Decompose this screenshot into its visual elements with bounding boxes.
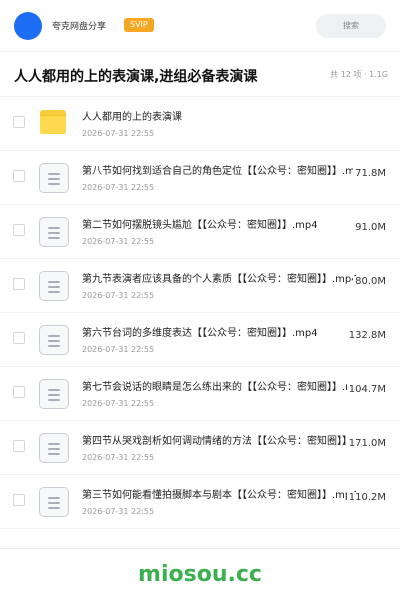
file-name: 第三节如何能看懂拍摄脚本与剧本【【公众号：密知圈】】.mp4 xyxy=(82,490,358,501)
search-input[interactable]: 搜索 xyxy=(316,14,386,38)
select-checkbox[interactable] xyxy=(13,332,25,344)
document-icon xyxy=(38,269,70,301)
file-size: 71.8M xyxy=(353,168,386,179)
folder-meta: 共 12 项 · 1.1G xyxy=(330,70,388,79)
file-size: 91.0M xyxy=(353,222,386,233)
file-date: 2026-07-31 22:55 xyxy=(82,399,155,408)
file-name: 第八节如何找到适合自己的角色定位【【公众号：密知圈】】.mp4 xyxy=(82,166,358,177)
file-date: 2026-07-31 22:55 xyxy=(82,507,155,516)
list-item[interactable]: 第六节台词的多维度表达【【公众号：密知圈】】.mp4 2026-07-31 22… xyxy=(0,313,400,367)
site-watermark: miosou.cc xyxy=(138,562,262,587)
file-name: 人人都用的上的表演课 xyxy=(82,112,182,123)
file-date: 2026-07-31 22:55 xyxy=(82,183,155,192)
document-icon xyxy=(38,485,70,517)
list-item[interactable]: 第七节会说话的眼睛是怎么练出来的【【公众号：密知圈】】.mp4 2026-07-… xyxy=(0,367,400,421)
file-name: 第四节从哭戏剖析如何调动情绪的方法【【公众号：密知圈】】.mp4 xyxy=(82,436,358,447)
list-item[interactable]: 第九节表演者应该具备的个人素质【【公众号：密知圈】】.mp4 2026-07-3… xyxy=(0,259,400,313)
list-item[interactable]: 第四节从哭戏剖析如何调动情绪的方法【【公众号：密知圈】】.mp4 2026-07… xyxy=(0,421,400,475)
page-title: 人人都用的上的表演课,进组必备表演课 xyxy=(14,69,258,85)
app-name: 夸克网盘分享 xyxy=(52,22,107,32)
file-size: 110.2M xyxy=(346,492,386,503)
select-checkbox[interactable] xyxy=(13,224,25,236)
file-size: 132.8M xyxy=(346,330,386,341)
document-icon xyxy=(38,161,70,193)
file-date: 2026-07-31 22:55 xyxy=(82,345,155,354)
file-date: 2026-07-31 22:55 xyxy=(82,453,155,462)
file-date: 2026-07-31 22:55 xyxy=(82,129,155,138)
file-date: 2026-07-31 22:55 xyxy=(82,237,155,246)
document-icon xyxy=(38,377,70,409)
file-name: 第九节表演者应该具备的个人素质【【公众号：密知圈】】.mp4 xyxy=(82,274,358,285)
list-item[interactable]: 第二节如何摆脱镜头尴尬【【公众号：密知圈】】.mp4 2026-07-31 22… xyxy=(0,205,400,259)
avatar[interactable] xyxy=(14,12,42,40)
list-item[interactable]: 第三节如何能看懂拍摄脚本与剧本【【公众号：密知圈】】.mp4 2026-07-3… xyxy=(0,475,400,529)
select-checkbox[interactable] xyxy=(13,116,25,128)
select-checkbox[interactable] xyxy=(13,278,25,290)
file-size: 104.7M xyxy=(346,384,386,395)
select-checkbox[interactable] xyxy=(13,386,25,398)
folder-icon xyxy=(38,107,70,139)
select-checkbox[interactable] xyxy=(13,494,25,506)
file-size: 171.0M xyxy=(346,438,386,449)
document-icon xyxy=(38,431,70,463)
list-item[interactable]: 人人都用的上的表演课 2026-07-31 22:55 xyxy=(0,97,400,151)
select-checkbox[interactable] xyxy=(13,440,25,452)
select-checkbox[interactable] xyxy=(13,170,25,182)
file-size: 80.0M xyxy=(353,276,386,287)
file-list: 人人都用的上的表演课 2026-07-31 22:55 第八节如何找到适合自己的… xyxy=(0,97,400,529)
list-item[interactable]: 第八节如何找到适合自己的角色定位【【公众号：密知圈】】.mp4 2026-07-… xyxy=(0,151,400,205)
file-date: 2026-07-31 22:55 xyxy=(82,291,155,300)
folder-title-row: 人人都用的上的表演课,进组必备表演课 共 12 项 · 1.1G xyxy=(0,53,400,97)
top-bar: 夸克网盘分享 SVIP 搜索 xyxy=(0,0,400,52)
file-name: 第二节如何摆脱镜头尴尬【【公众号：密知圈】】.mp4 xyxy=(82,220,318,231)
footer-divider xyxy=(0,548,400,549)
document-icon xyxy=(38,323,70,355)
file-name: 第六节台词的多维度表达【【公众号：密知圈】】.mp4 xyxy=(82,328,318,339)
svip-badge: SVIP xyxy=(124,18,154,32)
file-name: 第七节会说话的眼睛是怎么练出来的【【公众号：密知圈】】.mp4 xyxy=(82,382,358,393)
document-icon xyxy=(38,215,70,247)
